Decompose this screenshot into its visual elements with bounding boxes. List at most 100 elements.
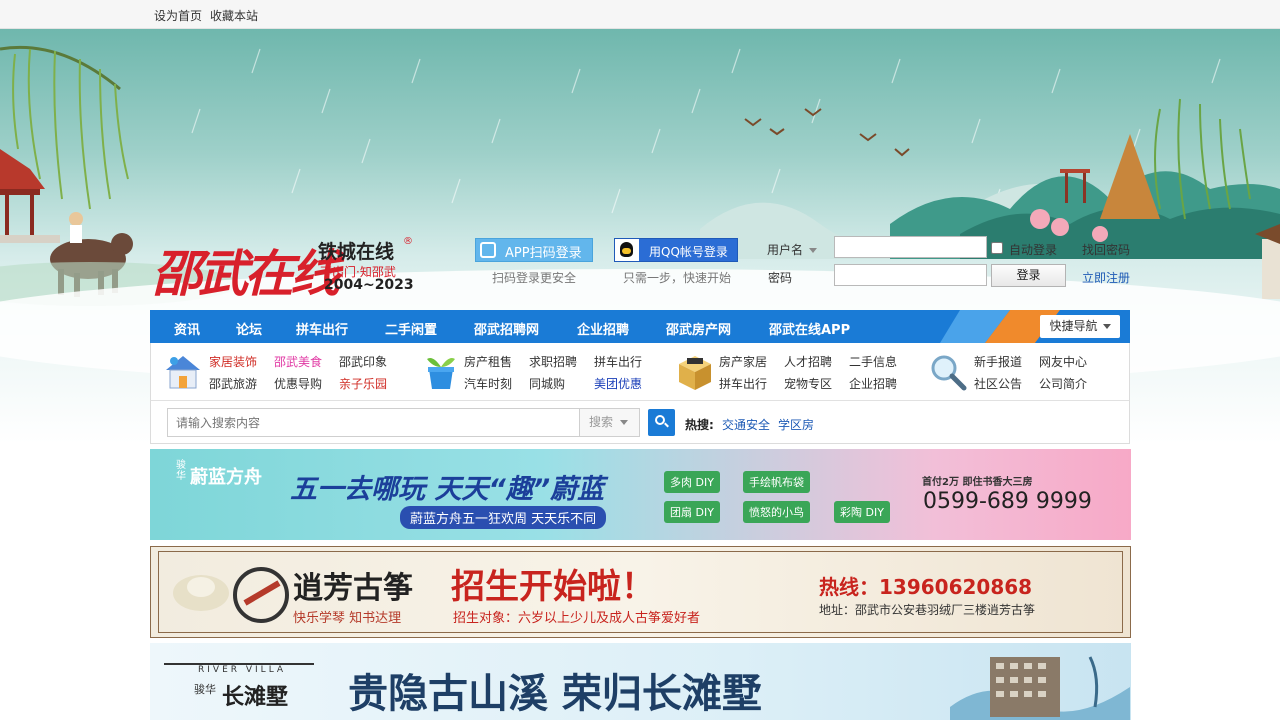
magnifier-icon [931, 355, 967, 391]
cat-user-center[interactable]: 网友中心 [1039, 353, 1087, 370]
banner1-tag: 多肉 DIY [664, 471, 720, 493]
building-illustration [950, 656, 1130, 720]
bookmark-link[interactable]: 收藏本站 [210, 7, 258, 24]
set-home-link[interactable]: 设为首页 [154, 7, 202, 24]
cat-house-rent[interactable]: 房产租售 [464, 353, 512, 370]
lotus-illustration [173, 567, 289, 623]
registered-mark: ® [403, 236, 413, 247]
nav-forum[interactable]: 论坛 [236, 319, 262, 338]
banner2-target: 招生对象：六岁以上少儿及成人古筝爱好者 [453, 611, 701, 626]
cat-newbie[interactable]: 新手报道 [974, 353, 1022, 370]
cat-kids[interactable]: 亲子乐园 [339, 375, 387, 392]
ad-banner-guzheng[interactable]: 逍芳古筝 快乐学琴 知书达理 招生开始啦！ 招生对象：六岁以上少儿及成人古筝爱好… [150, 546, 1131, 638]
cat-deals[interactable]: 优惠导购 [274, 375, 322, 392]
search-type-select[interactable]: 搜索 [579, 408, 640, 437]
register-link[interactable]: 立即注册 [1082, 269, 1130, 286]
cat-travel[interactable]: 邵武旅游 [209, 375, 257, 392]
house-icon [166, 356, 200, 389]
banner2-headline: 招生开始啦！ [451, 567, 655, 607]
username-label: 用户名 [767, 243, 804, 257]
box-icon [679, 356, 711, 390]
chevron-down-icon [1102, 324, 1111, 329]
search-button[interactable] [648, 409, 675, 436]
logo-years: 2004~2023 [324, 277, 414, 293]
password-label: 密码 [768, 271, 793, 285]
banner1-headline: 五一去哪玩 天天“趣”蔚蓝 [290, 474, 605, 505]
cat-company-jobs[interactable]: 企业招聘 [849, 375, 897, 392]
nav-app[interactable]: 邵武在线APP [769, 319, 850, 338]
logo-subtitle: 铁城在线 [318, 241, 395, 263]
auto-login-label: 自动登录 [1009, 243, 1058, 257]
banner1-subline: 蔚蓝方舟五一狂欢周 天天乐不同 [400, 506, 607, 529]
app-login-label: APP扫码登录 [505, 246, 582, 261]
banner1-brand: 蔚蓝方舟 [190, 467, 262, 488]
qq-login-hint: 只需一步，快速开始 [623, 271, 732, 285]
banner3-brand: 长滩墅 [222, 685, 289, 710]
banner1-tag: 彩陶 DIY [834, 501, 890, 523]
cat-carpool-2[interactable]: 拼车出行 [719, 375, 767, 392]
username-type-select[interactable]: 用户名 [767, 241, 818, 258]
qq-penguin-icon [615, 239, 639, 261]
banner2-address: 地址：邵武市公安巷羽绒厂三楼逍芳古筝 [819, 603, 1036, 617]
qq-login-button[interactable]: 用QQ帐号登录 [614, 238, 738, 262]
cat-job-seek[interactable]: 求职招聘 [529, 353, 577, 370]
app-login-hint: 扫码登录更安全 [492, 271, 577, 285]
cat-bus-schedule[interactable]: 汽车时刻 [464, 375, 512, 392]
app-scan-login-button[interactable]: APP扫码登录 [475, 238, 593, 262]
cat-home-decor[interactable]: 家居装饰 [209, 353, 257, 370]
nav-jobs[interactable]: 邵武招聘网 [474, 319, 539, 338]
hot-search-link[interactable]: 学区房 [778, 416, 814, 433]
qq-login-label: 用QQ帐号登录 [649, 245, 728, 259]
search-type-label: 搜索 [589, 415, 614, 429]
chevron-down-icon [620, 420, 629, 425]
site-logo[interactable]: 邵武在线 [152, 234, 340, 306]
qr-code-icon [480, 242, 496, 258]
cat-secondhand-info[interactable]: 二手信息 [849, 353, 897, 370]
cat-pets[interactable]: 宠物专区 [784, 375, 832, 392]
login-button[interactable]: 登录 [991, 264, 1066, 287]
ad-banner-river-villa[interactable]: RIVER VILLA 骏华 长滩墅 贵隐古山溪 荣归长滩墅 [150, 643, 1131, 720]
quick-nav-dropdown[interactable]: 快捷导航 [1040, 315, 1120, 338]
cat-meituan[interactable]: 美团优惠 [594, 375, 642, 392]
banner2-tagline: 快乐学琴 知书达理 [293, 611, 402, 626]
nav-secondhand[interactable]: 二手闲置 [385, 319, 437, 338]
banner1-tag: 团扇 DIY [664, 501, 720, 523]
main-nav: 资讯 论坛 拼车出行 二手闲置 邵武招聘网 企业招聘 邵武房产网 邵武在线APP… [150, 310, 1130, 343]
banner3-headline: 贵隐古山溪 荣归长滩墅 [348, 670, 762, 717]
hot-search-link[interactable]: 交通安全 [722, 416, 770, 433]
cat-food[interactable]: 邵武美食 [274, 353, 322, 370]
banner3-brand-en: RIVER VILLA [198, 665, 287, 675]
find-password-link[interactable]: 找回密码 [1082, 241, 1130, 258]
nav-company-jobs[interactable]: 企业招聘 [577, 319, 629, 338]
cat-announcement[interactable]: 社区公告 [974, 375, 1022, 392]
banner1-promo: 首付2万 即住书香大三房 [922, 477, 1033, 488]
nav-real-estate[interactable]: 邵武房产网 [666, 319, 731, 338]
cat-impression[interactable]: 邵武印象 [339, 353, 387, 370]
search-input[interactable] [167, 408, 580, 437]
banner1-tag: 手绘帆布袋 [743, 471, 810, 493]
top-bar: 设为首页 收藏本站 [0, 0, 1280, 29]
banner3-brand-prefix: 骏华 [194, 683, 216, 696]
banner1-tag: 愤怒的小鸟 [743, 501, 810, 523]
password-input[interactable] [834, 264, 987, 286]
plant-pot-icon [427, 358, 455, 389]
banner2-brand: 逍芳古筝 [293, 571, 413, 606]
username-input[interactable] [834, 236, 987, 258]
cat-about[interactable]: 公司简介 [1039, 375, 1087, 392]
hot-search-label: 热搜: [685, 418, 714, 432]
banner1-phone: 0599-689 9999 [923, 489, 1092, 514]
quick-nav-label: 快捷导航 [1049, 319, 1098, 333]
auto-login-checkbox[interactable] [991, 242, 1003, 254]
category-panel: 家居装饰 邵武美食 邵武印象 邵武旅游 优惠导购 亲子乐园 房产租售 求职招聘 … [150, 343, 1130, 401]
banner2-hotline: 热线：13960620868 [819, 575, 1033, 599]
cat-house-home[interactable]: 房产家居 [719, 353, 767, 370]
banner1-brand-prefix: 骏华 [176, 460, 186, 482]
cat-city-shop[interactable]: 同城购 [529, 375, 565, 392]
chevron-down-icon [809, 248, 818, 253]
search-row: 搜索 热搜: 交通安全 学区房 [150, 401, 1130, 444]
nav-news[interactable]: 资讯 [174, 319, 200, 338]
cat-talent[interactable]: 人才招聘 [784, 353, 832, 370]
ad-banner-weilan[interactable]: 骏华 蔚蓝方舟 五一去哪玩 天天“趣”蔚蓝 蔚蓝方舟五一狂欢周 天天乐不同 多肉… [150, 449, 1131, 540]
nav-carpool[interactable]: 拼车出行 [296, 319, 348, 338]
cat-carpool[interactable]: 拼车出行 [594, 353, 642, 370]
